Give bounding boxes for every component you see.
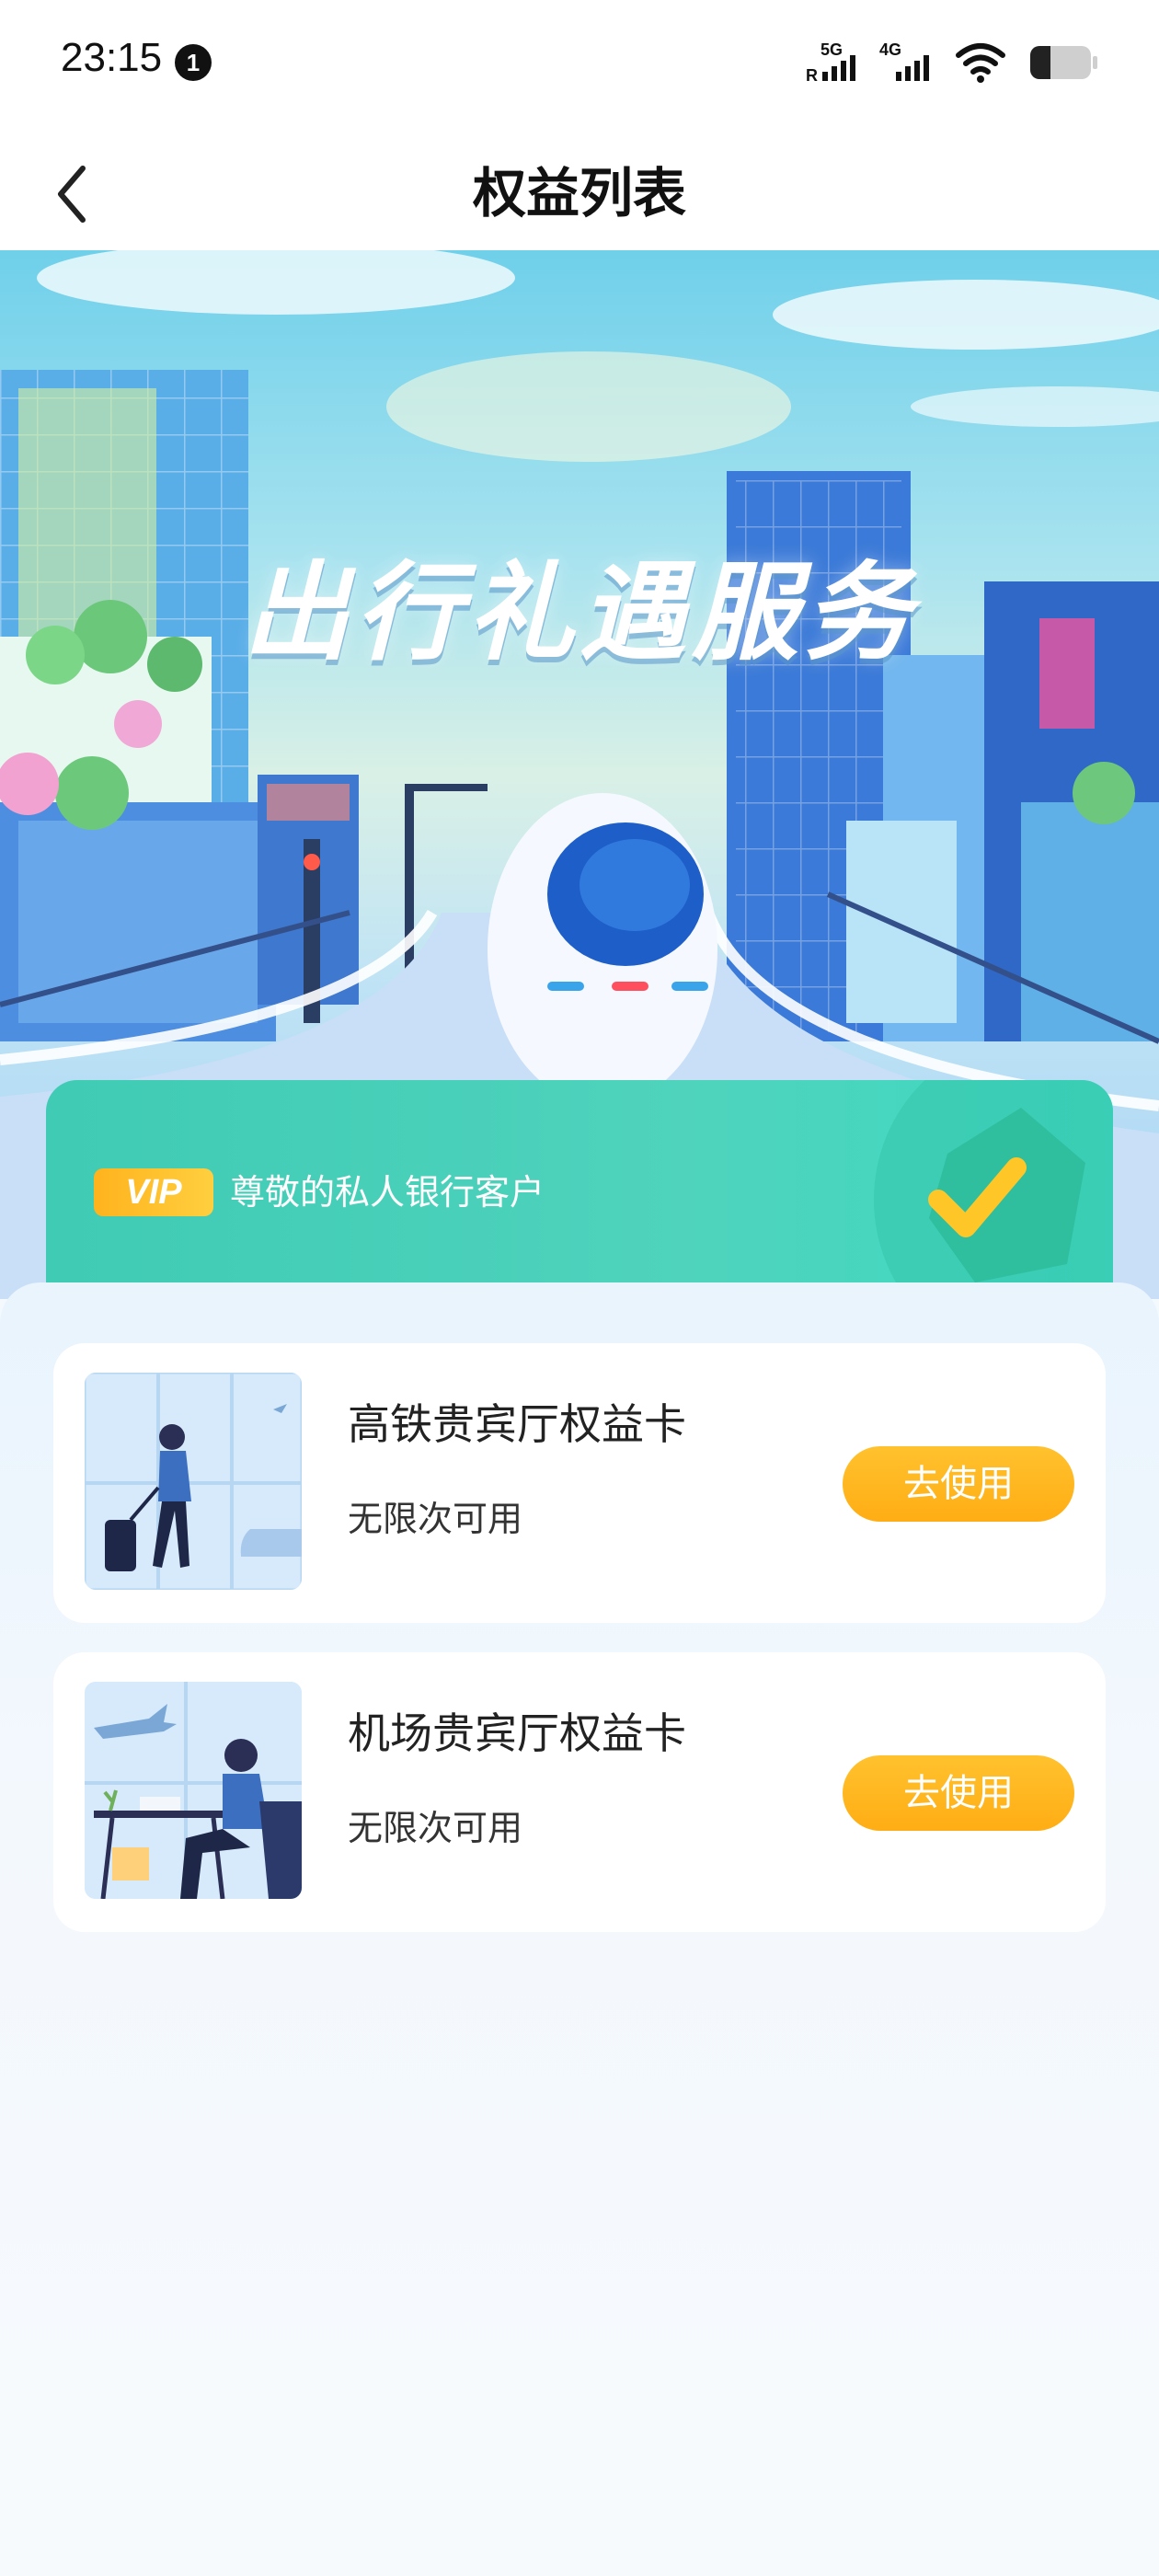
benefit-thumb (85, 1373, 302, 1590)
benefit-list-panel: 高铁贵宾厅权益卡 无限次可用 去使用 机场贵宾厅权益卡 无限次可用 去使用 (0, 1282, 1159, 2576)
signal-4g-icon: 4G (879, 40, 929, 81)
benefit-usage: 无限次可用 (348, 1808, 523, 1848)
use-button[interactable]: 去使用 (843, 1755, 1074, 1831)
benefit-title: 高铁贵宾厅权益卡 (348, 1399, 686, 1449)
benefit-title: 机场贵宾厅权益卡 (348, 1708, 686, 1758)
signal-5g-icon: 5G R (806, 40, 855, 85)
airport-lounge-illustration (85, 1682, 302, 1899)
benefit-card-airport[interactable]: 机场贵宾厅权益卡 无限次可用 去使用 (53, 1652, 1106, 1932)
benefit-usage: 无限次可用 (348, 1499, 523, 1539)
status-time: 23:15 (61, 35, 163, 80)
network-1-label: 5G (820, 40, 843, 59)
nav-bar: 权益列表 (0, 124, 1159, 250)
wifi-icon (956, 43, 1005, 83)
hero-title: 出行礼遇服务 (243, 551, 916, 675)
use-button[interactable]: 去使用 (843, 1446, 1074, 1522)
page-title: 权益列表 (472, 162, 686, 224)
benefit-card-hsr[interactable]: 高铁贵宾厅权益卡 无限次可用 去使用 (53, 1343, 1106, 1623)
notification-badge: 1 (175, 44, 212, 81)
check-shield-icon (874, 1080, 1113, 1292)
network-1-sub-label: R (806, 66, 818, 85)
vip-greeting: 尊敬的私人银行客户 (230, 1172, 545, 1213)
benefit-thumb (85, 1682, 302, 1899)
vip-badge: VIP (94, 1168, 213, 1216)
traveler-with-luggage-illustration (85, 1373, 302, 1590)
vip-banner: VIP 尊敬的私人银行客户 (46, 1080, 1113, 1292)
network-2-label: 4G (879, 40, 901, 59)
status-bar: 23:15 1 5G R 4G (0, 0, 1159, 124)
battery-icon (1030, 46, 1097, 79)
